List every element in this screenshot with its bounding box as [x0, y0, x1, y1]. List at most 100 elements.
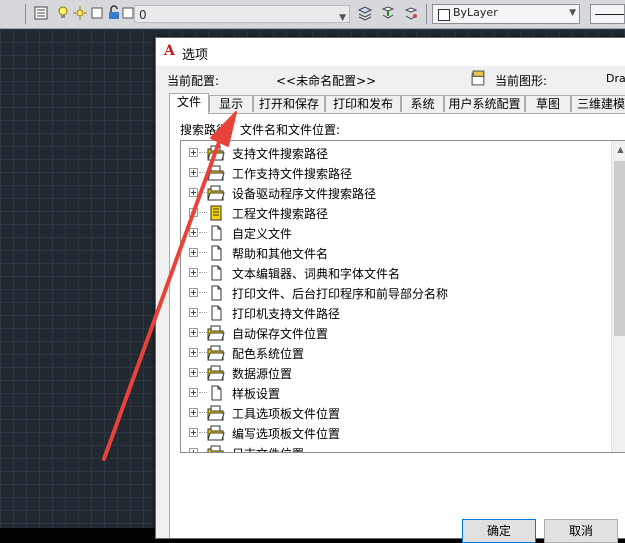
tree-node-label: 文本编辑器、词典和字体文件名 — [232, 267, 401, 281]
tab-1[interactable]: 显示 — [209, 95, 253, 112]
tree-connector — [199, 392, 207, 393]
current-profile-label: 当前配置: — [167, 74, 220, 88]
folder-open-icon — [207, 445, 224, 452]
color-dropdown[interactable]: ByLayer ▼ — [432, 4, 580, 24]
tab-2[interactable]: 打开和保存 — [253, 95, 325, 112]
chevron-down-icon: ▼ — [339, 13, 346, 23]
vertical-scrollbar[interactable]: ▲ — [611, 141, 625, 452]
tree-connector — [199, 332, 207, 333]
expand-plus-icon[interactable] — [189, 208, 198, 217]
color-square-icon[interactable] — [89, 5, 105, 21]
tree-node-label: 工作支持文件搜索路径 — [232, 167, 353, 181]
expand-plus-icon[interactable] — [189, 148, 198, 157]
expand-plus-icon[interactable] — [189, 268, 198, 277]
expand-plus-icon[interactable] — [189, 368, 198, 377]
tab-7[interactable]: 三维建模 — [571, 95, 625, 112]
file-paths-tree[interactable]: 支持文件搜索路径工作支持文件搜索路径设备驱动程序文件搜索路径 工程文件搜索路径 自定… — [180, 140, 625, 453]
tree-node-label: 样板设置 — [232, 387, 281, 401]
options-dialog: A 选项 当前配置: <<未命名配置>> 当前图形: Drav 文件显示打开和保… — [155, 37, 625, 543]
expand-plus-icon[interactable] — [189, 388, 198, 397]
tree-connector — [199, 152, 207, 153]
cancel-button[interactable]: 取消 — [544, 519, 618, 543]
tree-node[interactable]: 打印机支持文件路径 — [181, 303, 611, 323]
expand-plus-icon[interactable] — [189, 248, 198, 257]
chevron-down-icon: ▼ — [569, 8, 576, 18]
tree-node[interactable]: 数据源位置 — [181, 363, 611, 383]
tree-node-label: 支持文件搜索路径 — [232, 147, 329, 161]
folder-open-icon — [207, 345, 225, 361]
layer-value: 0 — [139, 8, 147, 22]
tree-node[interactable]: 帮助和其他文件名 — [181, 243, 611, 263]
lightbulb-icon[interactable] — [55, 5, 71, 21]
expand-plus-icon[interactable] — [189, 288, 198, 297]
document-icon — [211, 285, 222, 301]
expand-plus-icon[interactable] — [189, 348, 198, 357]
folder-open-icon — [207, 185, 225, 201]
files-tab-panel: 搜索路径、文件名和文件位置: 支持文件搜索路径工作支持文件搜索路径设备驱动程序文… — [169, 113, 625, 538]
tree-connector — [199, 272, 207, 273]
tree-node-label: 帮助和其他文件名 — [232, 247, 329, 261]
tab-6[interactable]: 草图 — [525, 95, 571, 112]
tree-node[interactable]: 日志文件位置 — [181, 443, 611, 452]
color-value: ByLayer — [453, 6, 498, 19]
expand-plus-icon[interactable] — [189, 448, 198, 452]
tree-node-label: 日志文件位置 — [232, 445, 304, 452]
folder-open-icon — [207, 365, 225, 381]
tab-4[interactable]: 系统 — [401, 95, 444, 112]
expand-plus-icon[interactable] — [189, 228, 198, 237]
dialog-titlebar[interactable]: A 选项 — [156, 38, 625, 66]
expand-plus-icon[interactable] — [189, 428, 198, 437]
linetype-dropdown[interactable] — [590, 4, 625, 24]
autocad-logo-icon: A — [164, 43, 175, 59]
tree-node[interactable]: 样板设置 — [181, 383, 611, 403]
tree-connector — [199, 252, 207, 253]
expand-plus-icon[interactable] — [189, 328, 198, 337]
tree-connector — [199, 232, 207, 233]
sun-icon[interactable] — [72, 5, 88, 21]
scroll-up-icon[interactable]: ▲ — [612, 141, 625, 158]
tree-node[interactable]: 工具选项板文件位置 — [181, 403, 611, 423]
tree-connector — [199, 372, 207, 373]
match-layer-icon[interactable] — [380, 5, 396, 21]
tree-node[interactable]: 设备驱动程序文件搜索路径 — [181, 183, 611, 203]
toolbar-separator — [25, 4, 26, 24]
folder-open-icon — [207, 165, 225, 181]
tree-node-label: 工程文件搜索路径 — [232, 207, 329, 221]
layer-previous-icon[interactable] — [403, 5, 419, 21]
tree-node-label: 自定义文件 — [232, 227, 293, 241]
folder-open-icon — [207, 425, 225, 441]
tree-connector — [199, 312, 207, 313]
tab-5[interactable]: 用户系统配置 — [444, 95, 525, 112]
tree-node[interactable]: 工程文件搜索路径 — [181, 203, 611, 223]
tree-node[interactable]: 工作支持文件搜索路径 — [181, 163, 611, 183]
tree-node[interactable]: 自动保存文件位置 — [181, 323, 611, 343]
document-icon — [211, 385, 222, 401]
ok-button[interactable]: 确定 — [462, 519, 536, 543]
tree-node[interactable]: 编写选项板文件位置 — [181, 423, 611, 443]
scrollbar-thumb[interactable] — [614, 161, 625, 336]
document-icon — [211, 245, 222, 261]
expand-plus-icon[interactable] — [189, 188, 198, 197]
tree-node[interactable]: 配色系统位置 — [181, 343, 611, 363]
tree-node[interactable]: 自定义文件 — [181, 223, 611, 243]
expand-plus-icon[interactable] — [189, 408, 198, 417]
tree-node-label: 打印文件、后台打印程序和前导部分名称 — [232, 287, 449, 301]
layer-states-icon[interactable] — [357, 5, 373, 21]
tree-node-label: 设备驱动程序文件搜索路径 — [232, 187, 377, 201]
expand-plus-icon[interactable] — [189, 168, 198, 177]
tree-node-label: 工具选项板文件位置 — [232, 407, 341, 421]
tree-node[interactable]: 文本编辑器、词典和字体文件名 — [181, 263, 611, 283]
tree-node[interactable]: 打印文件、后台打印程序和前导部分名称 — [181, 283, 611, 303]
layer-properties-icon[interactable] — [33, 5, 49, 21]
layer-dropdown[interactable]: 0 ▼ — [134, 5, 350, 23]
tree-label: 搜索路径、文件名和文件位置: — [180, 123, 341, 137]
current-profile-value: <<未命名配置>> — [276, 74, 377, 88]
document-icon — [211, 225, 222, 241]
tree-node[interactable]: 支持文件搜索路径 — [181, 143, 611, 163]
tree-connector — [199, 352, 207, 353]
expand-plus-icon[interactable] — [189, 308, 198, 317]
tab-0[interactable]: 文件 — [169, 93, 209, 114]
tab-3[interactable]: 打印和发布 — [325, 95, 401, 112]
tree-node-label: 编写选项板文件位置 — [232, 427, 341, 441]
tree-connector — [199, 192, 207, 193]
